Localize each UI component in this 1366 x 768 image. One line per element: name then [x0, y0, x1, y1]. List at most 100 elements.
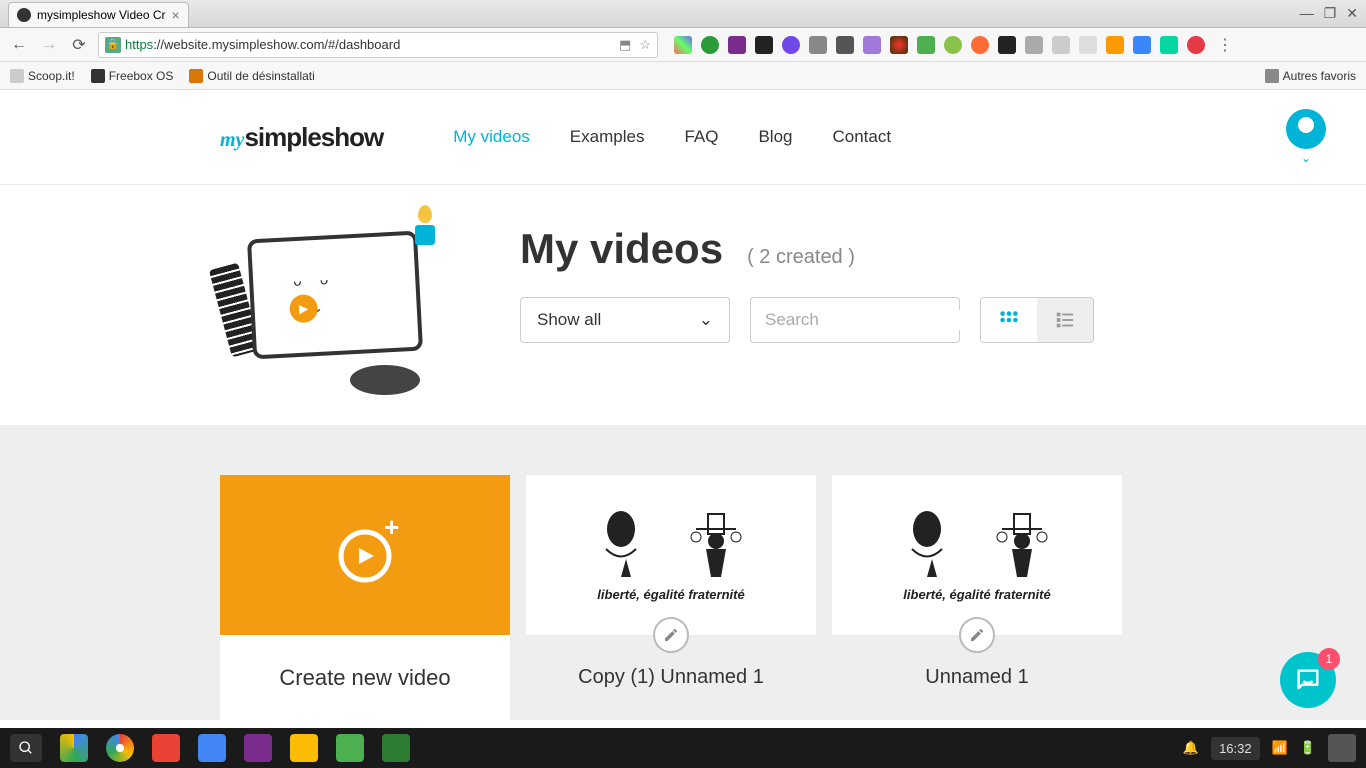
taskbar-docs-icon[interactable] [198, 734, 226, 762]
edit-video-button[interactable] [653, 617, 689, 653]
ext-icon-16[interactable] [1079, 36, 1097, 54]
bookmark-label: Outil de désinstallati [207, 69, 314, 83]
list-view-button[interactable] [1037, 298, 1093, 342]
nav-faq[interactable]: FAQ [684, 127, 718, 147]
search-icon [18, 740, 34, 756]
video-caption: liberté, égalité fraternité [903, 587, 1050, 602]
filter-selected-label: Show all [537, 310, 601, 330]
search-input[interactable] [765, 310, 986, 330]
video-thumbnail: liberté, égalité fraternité [526, 475, 816, 635]
ext-icon-15[interactable] [1052, 36, 1070, 54]
ext-icon-8[interactable] [863, 36, 881, 54]
taskbar-onenote-icon[interactable] [244, 734, 272, 762]
ext-icon-4[interactable] [755, 36, 773, 54]
taskbar-battery-icon[interactable]: 🔋 [1300, 740, 1316, 756]
taskbar-drive-icon[interactable] [60, 734, 88, 762]
bookmark-label: Freebox OS [109, 69, 174, 83]
taskbar-wifi-icon[interactable]: 📶 [1272, 740, 1288, 756]
nav-back-button[interactable]: ← [8, 34, 30, 56]
create-video-icon: + [330, 518, 400, 588]
taskbar-feedly-icon[interactable] [382, 734, 410, 762]
chat-badge: 1 [1318, 648, 1340, 670]
taskbar-chrome-icon[interactable] [106, 734, 134, 762]
nav-forward-button[interactable]: → [38, 34, 60, 56]
edit-video-button[interactable] [959, 617, 995, 653]
video-card[interactable]: liberté, égalité fraternité Copy (1) Unn… [526, 475, 816, 720]
ext-icon-1[interactable] [674, 36, 692, 54]
page-action-icon[interactable]: ⬒ [619, 37, 631, 53]
window-maximize-button[interactable]: ❐ [1324, 5, 1337, 22]
illustration-justice-icon [686, 509, 746, 579]
video-card[interactable]: liberté, égalité fraternité Unnamed 1 [832, 475, 1122, 720]
taskbar-app-icon[interactable] [336, 734, 364, 762]
site-logo[interactable]: my simpleshow [220, 122, 383, 153]
ext-icon-onenote[interactable] [728, 36, 746, 54]
tab-close-icon[interactable]: × [172, 7, 180, 23]
nav-examples[interactable]: Examples [570, 127, 645, 147]
browser-toolbar: ← → ⟳ 🔒 https://website.mysimpleshow.com… [0, 28, 1366, 62]
ext-icon-14[interactable] [1025, 36, 1043, 54]
bookmark-freebox[interactable]: Freebox OS [91, 69, 174, 83]
grid-view-button[interactable] [981, 298, 1037, 342]
lock-icon: 🔒 [105, 37, 121, 53]
video-count: ( 2 created ) [747, 246, 855, 269]
mascot-illustration: ᵕ ᵕ ⌣ ▶ [220, 205, 460, 395]
address-bar-icons: ⬒ ☆ [619, 37, 651, 53]
create-video-label: Create new video [279, 665, 450, 691]
illustration-justice-icon [992, 509, 1052, 579]
main-nav: My videos Examples FAQ Blog Contact [453, 127, 891, 147]
taskbar-slides-icon[interactable] [290, 734, 318, 762]
logo-my: my [220, 129, 244, 152]
ext-icon-17[interactable] [1106, 36, 1124, 54]
ext-icon-13[interactable] [998, 36, 1016, 54]
window-close-button[interactable]: ✕ [1346, 5, 1358, 22]
taskbar-clock[interactable]: 16:32 [1211, 737, 1260, 760]
nav-contact[interactable]: Contact [832, 127, 891, 147]
ext-icon-12[interactable] [971, 36, 989, 54]
avatar-icon [1286, 109, 1326, 149]
nav-blog[interactable]: Blog [758, 127, 792, 147]
user-menu[interactable]: ⌄ [1286, 109, 1326, 165]
bookmark-scoopit[interactable]: Scoop.it! [10, 69, 75, 83]
ext-icon-camera[interactable] [836, 36, 854, 54]
trophy-icon [410, 205, 440, 255]
filter-dropdown[interactable]: Show all ⌄ [520, 297, 730, 343]
hero-section: ᵕ ᵕ ⌣ ▶ My videos ( 2 created ) Show all… [0, 185, 1366, 425]
browser-tab-active[interactable]: mysimpleshow Video Cr × [8, 2, 189, 27]
ext-icon-5[interactable] [782, 36, 800, 54]
film-reel-icon [350, 365, 420, 395]
ext-icon-10[interactable] [917, 36, 935, 54]
freebox-icon [91, 69, 105, 83]
tab-strip: mysimpleshow Video Cr × [8, 0, 189, 27]
taskbar-user-avatar[interactable] [1328, 734, 1356, 762]
extension-icons [674, 36, 1205, 54]
ext-icon-11[interactable] [944, 36, 962, 54]
ext-icon-adblock[interactable] [1187, 36, 1205, 54]
site-header: my simpleshow My videos Examples FAQ Blo… [0, 90, 1366, 185]
illustration-person-icon [596, 509, 656, 579]
bookmark-outil[interactable]: Outil de désinstallati [189, 69, 314, 83]
ext-icon-18[interactable] [1133, 36, 1151, 54]
taskbar-notifications-icon[interactable]: 🔔 [1183, 740, 1199, 756]
other-bookmarks-folder[interactable]: Autres favoris [1265, 69, 1356, 83]
window-minimize-button[interactable]: — [1300, 5, 1314, 22]
video-caption: liberté, égalité fraternité [597, 587, 744, 602]
chat-button[interactable]: 1 [1280, 652, 1336, 708]
create-video-card[interactable]: + Create new video [220, 475, 510, 720]
browser-menu-button[interactable]: ⋮ [1217, 35, 1233, 55]
bookmark-label: Scoop.it! [28, 69, 75, 83]
ext-icon-2[interactable] [701, 36, 719, 54]
nav-reload-button[interactable]: ⟳ [68, 34, 90, 56]
ext-icon-9[interactable] [890, 36, 908, 54]
address-bar[interactable]: 🔒 https://website.mysimpleshow.com/#/das… [98, 32, 658, 58]
taskbar-search-button[interactable] [10, 734, 42, 762]
window-controls: — ❐ ✕ [1300, 5, 1358, 22]
url-path: ://website.mysimpleshow.com/#/dashboard [153, 37, 400, 52]
search-box[interactable] [750, 297, 960, 343]
taskbar-gmail-icon[interactable] [152, 734, 180, 762]
bookmark-star-icon[interactable]: ☆ [639, 37, 651, 53]
other-bookmarks-label: Autres favoris [1283, 69, 1356, 83]
ext-icon-19[interactable] [1160, 36, 1178, 54]
ext-icon-6[interactable] [809, 36, 827, 54]
nav-my-videos[interactable]: My videos [453, 127, 530, 147]
